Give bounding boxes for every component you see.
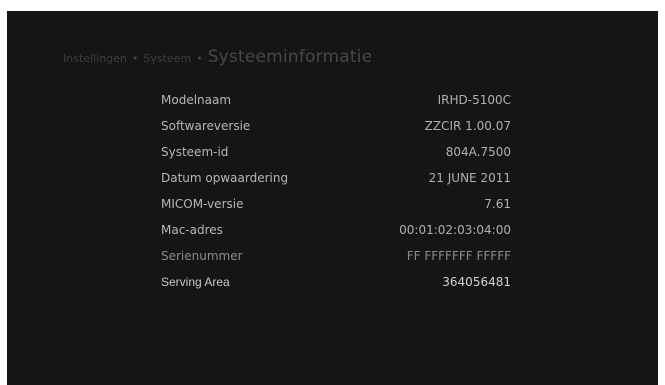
- info-value: 21 JUNE 2011: [428, 171, 511, 185]
- info-value: ZZCIR 1.00.07: [424, 119, 511, 133]
- info-value: FF FFFFFFF FFFFF: [406, 249, 511, 263]
- info-row-serving-area: Serving Area 364056481: [161, 271, 511, 297]
- info-value: 364056481: [442, 275, 511, 289]
- info-label: Datum opwaardering: [161, 171, 289, 185]
- breadcrumb-separator: •: [196, 52, 203, 65]
- info-row-micom-versie: MICOM-versie 7.61: [161, 193, 511, 219]
- info-row-systeem-id: Systeem-id 804A.7500: [161, 141, 511, 167]
- tv-settings-screen: Instellingen • Systeem • Systeeminformat…: [7, 11, 658, 385]
- page-title: Systeeminformatie: [207, 47, 373, 67]
- info-row-modelnaam: Modelnaam IRHD-5100C: [161, 89, 511, 115]
- info-value: IRHD-5100C: [437, 93, 511, 107]
- breadcrumb-separator: •: [131, 52, 139, 65]
- info-label: Serienummer: [161, 249, 243, 263]
- info-row-mac-adres: Mac-adres 00:01:02:03:04:00: [161, 219, 511, 245]
- info-row-serienummer: Serienummer FF FFFFFFF FFFFF: [161, 245, 511, 271]
- breadcrumb: Instellingen • Systeem • Systeeminformat…: [63, 47, 372, 67]
- info-label: Mac-adres: [161, 223, 223, 237]
- breadcrumb-instellingen[interactable]: Instellingen: [63, 52, 127, 65]
- info-label: Systeem-id: [161, 145, 229, 159]
- info-label: Serving Area: [161, 275, 230, 289]
- info-label: Softwareversie: [161, 119, 251, 133]
- breadcrumb-systeem[interactable]: Systeem: [143, 52, 191, 65]
- info-label: MICOM-versie: [161, 197, 244, 211]
- info-value: 00:01:02:03:04:00: [399, 223, 511, 237]
- info-label: Modelnaam: [161, 93, 232, 107]
- info-value: 7.61: [484, 197, 511, 211]
- info-value: 804A.7500: [445, 145, 511, 159]
- system-info-list: Modelnaam IRHD-5100C Softwareversie ZZCI…: [161, 89, 511, 297]
- info-row-datum-opwaardering: Datum opwaardering 21 JUNE 2011: [161, 167, 511, 193]
- info-row-softwareversie: Softwareversie ZZCIR 1.00.07: [161, 115, 511, 141]
